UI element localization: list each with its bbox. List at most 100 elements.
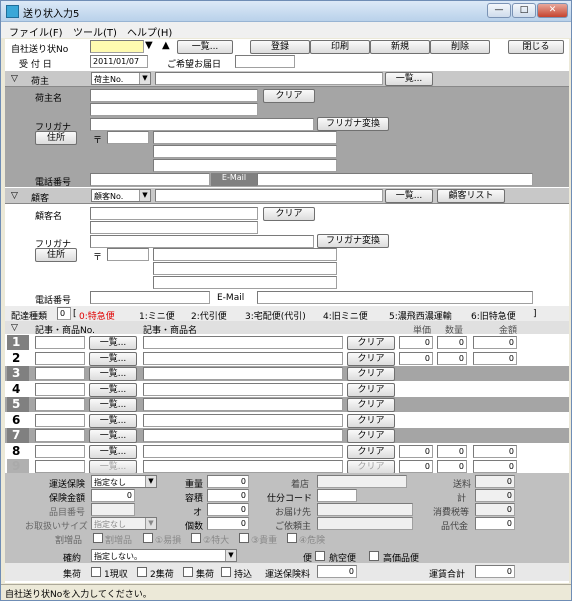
customer-list-button[interactable]: 顧客リスト <box>437 189 505 203</box>
shipper-zip-input[interactable] <box>107 131 149 144</box>
print-button[interactable]: 印刷 <box>310 40 370 54</box>
destination-input[interactable] <box>317 503 413 516</box>
weight-input[interactable]: 0 <box>207 475 249 488</box>
shipper-address-1[interactable] <box>153 131 337 144</box>
unit-price-cell[interactable]: 0 <box>399 351 433 365</box>
customer-no-select[interactable]: 顧客No. ▼ <box>91 189 151 202</box>
air-checkbox[interactable] <box>315 551 325 561</box>
goods-price-input[interactable]: 0 <box>475 517 515 530</box>
item-name-cell[interactable] <box>143 382 343 396</box>
prev-arrow-button[interactable]: ▼ <box>145 40 153 51</box>
new-button[interactable]: 新規 <box>370 40 430 54</box>
delete-button[interactable]: 削除 <box>430 40 490 54</box>
item-clear-button[interactable]: クリア <box>347 336 395 350</box>
customer-clear-button[interactable]: クリア <box>263 207 315 221</box>
close-window-button[interactable]: ✕ <box>537 3 568 18</box>
menu-help[interactable]: ヘルプ(H) <box>127 24 172 39</box>
own-no-input[interactable] <box>90 40 144 53</box>
item-lookup-button[interactable]: 一覧... <box>89 336 137 350</box>
item-no-cell[interactable] <box>35 336 85 349</box>
delivery-type-input[interactable]: 0 <box>57 307 71 320</box>
handling-size-select[interactable]: 指定なし ▼ <box>91 517 157 530</box>
quantity-cell[interactable]: 0 <box>437 444 467 458</box>
item-clear-button[interactable]: クリア <box>347 429 395 443</box>
quantity-cell[interactable]: 0 <box>437 460 467 473</box>
customer-address-3[interactable] <box>153 276 337 289</box>
own-no-lookup-button[interactable]: 一覧... <box>177 40 233 54</box>
oversize-checkbox[interactable] <box>191 533 201 543</box>
item-no-cell[interactable] <box>35 398 85 411</box>
unit-price-cell[interactable]: 0 <box>399 336 433 349</box>
shipper-no-input[interactable] <box>155 72 383 85</box>
item-name-cell[interactable] <box>143 444 343 458</box>
tax-input[interactable]: 0 <box>475 503 515 516</box>
amount-cell[interactable]: 0 <box>473 351 517 365</box>
customer-address-button[interactable]: 住所 <box>35 248 77 262</box>
customer-zip-input[interactable] <box>107 248 149 261</box>
customer-lookup-button[interactable]: 一覧... <box>385 189 433 203</box>
o-input[interactable]: 0 <box>207 503 249 516</box>
item-no-cell[interactable] <box>35 444 85 458</box>
shipper-address-button[interactable]: 住所 <box>35 131 77 145</box>
item-no-cell[interactable] <box>35 367 85 380</box>
item-lookup-button[interactable]: 一覧... <box>89 367 137 381</box>
arrival-store-input[interactable] <box>317 475 407 488</box>
item-lookup-button[interactable]: 一覧... <box>89 351 137 366</box>
item-name-cell[interactable] <box>143 367 343 380</box>
customer-toggle[interactable]: ▽ <box>11 191 18 201</box>
quantity-cell[interactable]: 0 <box>437 336 467 349</box>
item-clear-button[interactable]: クリア <box>347 444 395 459</box>
menu-file[interactable]: ファイル(F) <box>9 24 63 39</box>
shipper-no-select[interactable]: 荷主No. ▼ <box>91 72 151 85</box>
unit-price-cell[interactable]: 0 <box>399 460 433 473</box>
shipper-kana-input[interactable] <box>90 118 314 131</box>
customer-name-1[interactable] <box>90 207 258 220</box>
freight-input[interactable]: 0 <box>475 475 515 488</box>
item-clear-button[interactable]: クリア <box>347 413 395 428</box>
insurance-select[interactable]: 指定なし ▼ <box>91 475 157 488</box>
item-clear-button[interactable]: クリア <box>347 382 395 397</box>
customer-kana-button[interactable]: フリガナ変換 <box>317 234 389 248</box>
valuable-flight-checkbox[interactable] <box>369 551 379 561</box>
amount-cell[interactable]: 0 <box>473 336 517 349</box>
volume-input[interactable]: 0 <box>207 489 249 502</box>
item-lookup-button[interactable]: 一覧... <box>89 460 137 474</box>
insurance-amount-input[interactable]: 0 <box>91 489 135 502</box>
item-name-cell[interactable] <box>143 429 343 442</box>
item-clear-button[interactable]: クリア <box>347 398 395 412</box>
c2-checkbox[interactable] <box>137 567 147 577</box>
customer-email-input[interactable] <box>257 291 533 304</box>
shipper-address-2[interactable] <box>153 145 337 158</box>
item-lookup-button[interactable]: 一覧... <box>89 429 137 443</box>
shipper-clear-button[interactable]: クリア <box>263 89 315 103</box>
delivery-date-input[interactable] <box>235 55 295 68</box>
valuable-checkbox[interactable] <box>239 533 249 543</box>
item-lookup-button[interactable]: 一覧... <box>89 382 137 397</box>
insurance-fee-input[interactable]: 0 <box>317 565 357 578</box>
item-clear-button[interactable]: クリア <box>347 460 395 474</box>
c1-checkbox[interactable] <box>91 567 101 577</box>
item-name-cell[interactable] <box>143 351 343 365</box>
received-date-input[interactable]: 2011/01/07 <box>90 55 148 68</box>
amount-cell[interactable]: 0 <box>473 460 517 473</box>
customer-tel-input[interactable] <box>90 291 210 304</box>
customer-address-2[interactable] <box>153 262 337 275</box>
items-toggle[interactable]: ▽ <box>11 323 18 333</box>
maximize-button[interactable]: □ <box>512 3 536 18</box>
shipper-kana-button[interactable]: フリガナ変換 <box>317 117 389 131</box>
shipper-lookup-button[interactable]: 一覧... <box>385 72 433 86</box>
amount-cell[interactable]: 0 <box>473 444 517 458</box>
client-input[interactable] <box>317 517 413 530</box>
menu-tools[interactable]: ツール(T) <box>73 24 117 39</box>
freight-total-input[interactable]: 0 <box>475 565 515 578</box>
hazard-checkbox[interactable] <box>287 533 297 543</box>
item-clear-button[interactable]: クリア <box>347 351 395 366</box>
item-no-cell[interactable] <box>35 382 85 396</box>
item-lookup-button[interactable]: 一覧... <box>89 413 137 428</box>
sort-code-input[interactable] <box>317 489 357 502</box>
customer-name-2[interactable] <box>90 221 258 234</box>
item-lookup-button[interactable]: 一覧... <box>89 398 137 412</box>
c3-checkbox[interactable] <box>183 567 193 577</box>
item-no-cell[interactable] <box>35 413 85 427</box>
shipper-toggle[interactable]: ▽ <box>11 74 18 84</box>
